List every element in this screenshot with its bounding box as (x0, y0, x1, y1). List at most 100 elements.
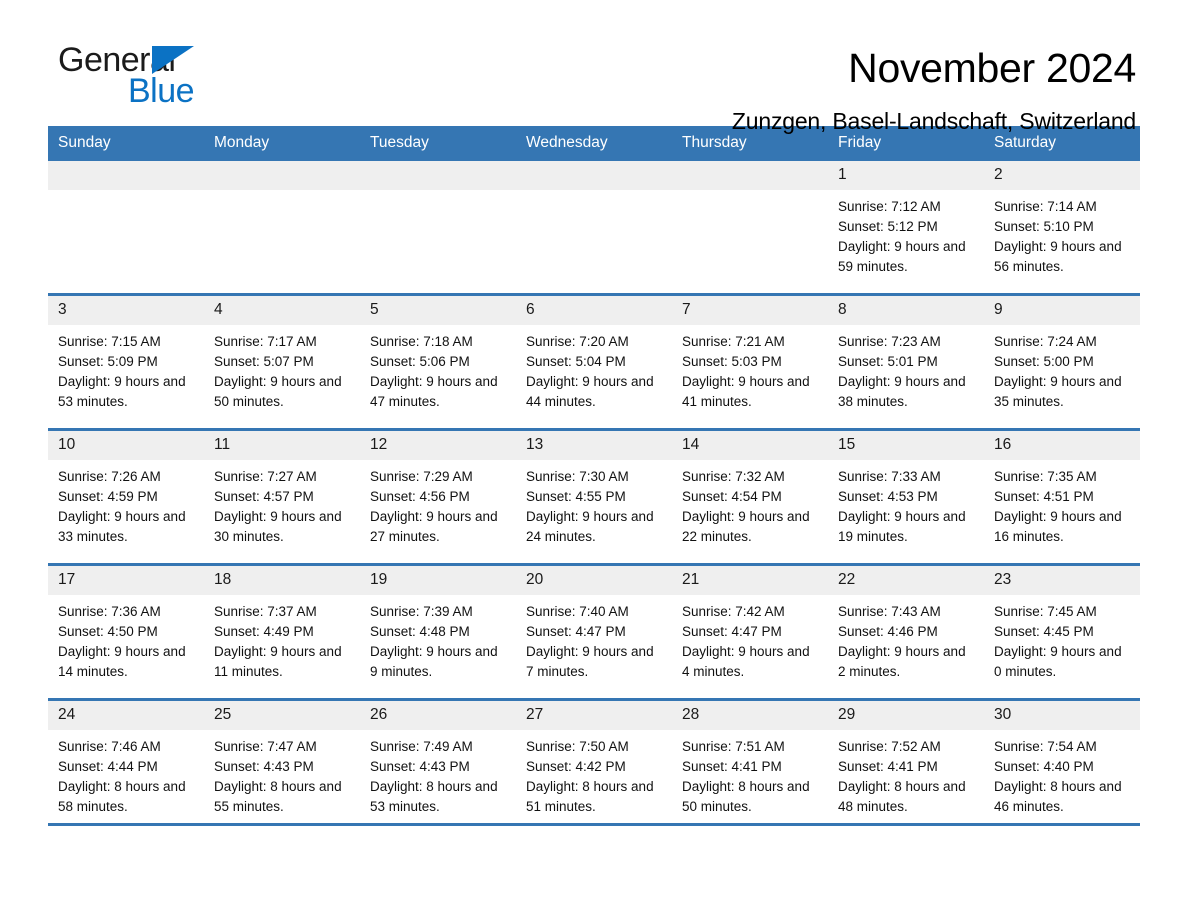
day-number: 30 (984, 701, 1140, 730)
day-cell[interactable]: 26 Sunrise: 7:49 AM Sunset: 4:43 PM Dayligh… (360, 701, 516, 823)
weekday-header-friday: Friday (838, 134, 882, 151)
sunset-text: Sunset: 5:04 PM (526, 354, 626, 369)
weekday-header-tuesday: Tuesday (370, 134, 429, 151)
day-number: 16 (984, 431, 1140, 460)
daylight-text: Daylight: 9 hours and 11 minutes. (214, 644, 342, 679)
day-cell[interactable]: 10 Sunrise: 7:26 AM Sunset: 4:59 PM Dayligh… (48, 431, 204, 563)
day-cell[interactable]: 28 Sunrise: 7:51 AM Sunset: 4:41 PM Dayligh… (672, 701, 828, 823)
sunset-text: Sunset: 4:53 PM (838, 489, 938, 504)
day-cell[interactable]: 4 Sunrise: 7:17 AM Sunset: 5:07 PM Daylight… (204, 296, 360, 428)
day-number: 27 (516, 701, 672, 730)
day-cell[interactable]: 1 Sunrise: 7:12 AM Sunset: 5:12 PM Daylight… (828, 161, 984, 293)
sunset-text: Sunset: 4:51 PM (994, 489, 1094, 504)
sunset-text: Sunset: 5:12 PM (838, 219, 938, 234)
day-cell-empty (204, 161, 360, 293)
day-cell[interactable]: 8 Sunrise: 7:23 AM Sunset: 5:01 PM Daylight… (828, 296, 984, 428)
sunrise-text: Sunrise: 7:20 AM (526, 334, 629, 349)
day-cell[interactable]: 15 Sunrise: 7:33 AM Sunset: 4:53 PM Dayligh… (828, 431, 984, 563)
day-details: Sunrise: 7:37 AM Sunset: 4:49 PM Daylight:… (204, 595, 360, 682)
day-cell[interactable]: 13 Sunrise: 7:30 AM Sunset: 4:55 PM Dayligh… (516, 431, 672, 563)
daylight-text: Daylight: 8 hours and 53 minutes. (370, 779, 498, 814)
sunset-text: Sunset: 5:00 PM (994, 354, 1094, 369)
day-number: 21 (672, 566, 828, 595)
day-cell[interactable]: 6 Sunrise: 7:20 AM Sunset: 5:04 PM Daylight… (516, 296, 672, 428)
page-header: General Blue November 2024 Zunzgen, Base… (0, 0, 1188, 134)
page-title: November 2024 (848, 45, 1136, 91)
logo-text-blue: Blue (128, 72, 195, 110)
sunset-text: Sunset: 5:01 PM (838, 354, 938, 369)
sunrise-text: Sunrise: 7:14 AM (994, 199, 1097, 214)
day-cell[interactable]: 22 Sunrise: 7:43 AM Sunset: 4:46 PM Dayligh… (828, 566, 984, 698)
day-cell[interactable]: 5 Sunrise: 7:18 AM Sunset: 5:06 PM Daylight… (360, 296, 516, 428)
day-cell[interactable]: 23 Sunrise: 7:45 AM Sunset: 4:45 PM Dayligh… (984, 566, 1140, 698)
day-number (360, 161, 516, 190)
day-details: Sunrise: 7:12 AM Sunset: 5:12 PM Daylight:… (828, 190, 984, 277)
day-cell[interactable]: 2 Sunrise: 7:14 AM Sunset: 5:10 PM Daylight… (984, 161, 1140, 293)
sunset-text: Sunset: 4:43 PM (370, 759, 470, 774)
day-cell[interactable]: 20 Sunrise: 7:40 AM Sunset: 4:47 PM Dayligh… (516, 566, 672, 698)
day-number: 2 (984, 161, 1140, 190)
sunset-text: Sunset: 4:43 PM (214, 759, 314, 774)
day-details: Sunrise: 7:54 AM Sunset: 4:40 PM Daylight:… (984, 730, 1140, 817)
sunrise-text: Sunrise: 7:50 AM (526, 739, 629, 754)
sunset-text: Sunset: 4:47 PM (682, 624, 782, 639)
general-blue-logo[interactable]: General Blue (58, 42, 218, 110)
sunset-text: Sunset: 5:03 PM (682, 354, 782, 369)
sunrise-text: Sunrise: 7:39 AM (370, 604, 473, 619)
day-number: 28 (672, 701, 828, 730)
logo-triangle-icon (152, 46, 194, 74)
day-cell[interactable]: 11 Sunrise: 7:27 AM Sunset: 4:57 PM Dayligh… (204, 431, 360, 563)
day-number: 12 (360, 431, 516, 460)
day-details: Sunrise: 7:39 AM Sunset: 4:48 PM Daylight:… (360, 595, 516, 682)
day-cell[interactable]: 12 Sunrise: 7:29 AM Sunset: 4:56 PM Dayligh… (360, 431, 516, 563)
day-cell[interactable]: 3 Sunrise: 7:15 AM Sunset: 5:09 PM Daylight… (48, 296, 204, 428)
day-number: 1 (828, 161, 984, 190)
sunrise-text: Sunrise: 7:47 AM (214, 739, 317, 754)
day-cell[interactable]: 30 Sunrise: 7:54 AM Sunset: 4:40 PM Dayligh… (984, 701, 1140, 823)
day-cell[interactable]: 14 Sunrise: 7:32 AM Sunset: 4:54 PM Dayligh… (672, 431, 828, 563)
sunrise-text: Sunrise: 7:18 AM (370, 334, 473, 349)
day-cell[interactable]: 18 Sunrise: 7:37 AM Sunset: 4:49 PM Dayligh… (204, 566, 360, 698)
day-number: 7 (672, 296, 828, 325)
day-details: Sunrise: 7:23 AM Sunset: 5:01 PM Daylight:… (828, 325, 984, 412)
day-details: Sunrise: 7:47 AM Sunset: 4:43 PM Daylight:… (204, 730, 360, 817)
weekday-header-row: Sunday Monday Tuesday Wednesday Thursday… (48, 126, 1140, 161)
sunset-text: Sunset: 5:10 PM (994, 219, 1094, 234)
day-details: Sunrise: 7:21 AM Sunset: 5:03 PM Daylight:… (672, 325, 828, 412)
sunset-text: Sunset: 4:57 PM (214, 489, 314, 504)
day-cell-empty (48, 161, 204, 293)
sunrise-text: Sunrise: 7:49 AM (370, 739, 473, 754)
day-cell[interactable]: 21 Sunrise: 7:42 AM Sunset: 4:47 PM Dayligh… (672, 566, 828, 698)
sunrise-text: Sunrise: 7:26 AM (58, 469, 161, 484)
day-cell[interactable]: 19 Sunrise: 7:39 AM Sunset: 4:48 PM Dayligh… (360, 566, 516, 698)
day-cell[interactable]: 7 Sunrise: 7:21 AM Sunset: 5:03 PM Daylight… (672, 296, 828, 428)
day-number (48, 161, 204, 190)
sunset-text: Sunset: 5:09 PM (58, 354, 158, 369)
sunset-text: Sunset: 4:46 PM (838, 624, 938, 639)
sunset-text: Sunset: 4:59 PM (58, 489, 158, 504)
sunrise-text: Sunrise: 7:27 AM (214, 469, 317, 484)
calendar-weeks: 1 Sunrise: 7:12 AM Sunset: 5:12 PM Daylight… (48, 161, 1140, 826)
day-details: Sunrise: 7:35 AM Sunset: 4:51 PM Daylight:… (984, 460, 1140, 547)
day-details: Sunrise: 7:40 AM Sunset: 4:47 PM Daylight:… (516, 595, 672, 682)
day-cell[interactable]: 17 Sunrise: 7:36 AM Sunset: 4:50 PM Dayligh… (48, 566, 204, 698)
day-details: Sunrise: 7:33 AM Sunset: 4:53 PM Daylight:… (828, 460, 984, 547)
sunrise-text: Sunrise: 7:29 AM (370, 469, 473, 484)
day-number: 8 (828, 296, 984, 325)
day-details: Sunrise: 7:26 AM Sunset: 4:59 PM Daylight:… (48, 460, 204, 547)
day-number (516, 161, 672, 190)
day-cell[interactable]: 16 Sunrise: 7:35 AM Sunset: 4:51 PM Dayligh… (984, 431, 1140, 563)
day-cell[interactable]: 25 Sunrise: 7:47 AM Sunset: 4:43 PM Dayligh… (204, 701, 360, 823)
day-cell[interactable]: 24 Sunrise: 7:46 AM Sunset: 4:44 PM Dayligh… (48, 701, 204, 823)
day-number: 23 (984, 566, 1140, 595)
day-details: Sunrise: 7:17 AM Sunset: 5:07 PM Daylight:… (204, 325, 360, 412)
day-details: Sunrise: 7:36 AM Sunset: 4:50 PM Daylight:… (48, 595, 204, 682)
sunset-text: Sunset: 5:07 PM (214, 354, 314, 369)
day-cell[interactable]: 29 Sunrise: 7:52 AM Sunset: 4:41 PM Dayligh… (828, 701, 984, 823)
day-details: Sunrise: 7:32 AM Sunset: 4:54 PM Daylight:… (672, 460, 828, 547)
daylight-text: Daylight: 9 hours and 7 minutes. (526, 644, 654, 679)
calendar-table: Sunday Monday Tuesday Wednesday Thursday… (48, 126, 1140, 826)
day-cell[interactable]: 27 Sunrise: 7:50 AM Sunset: 4:42 PM Dayligh… (516, 701, 672, 823)
day-number: 13 (516, 431, 672, 460)
day-cell[interactable]: 9 Sunrise: 7:24 AM Sunset: 5:00 PM Daylight… (984, 296, 1140, 428)
